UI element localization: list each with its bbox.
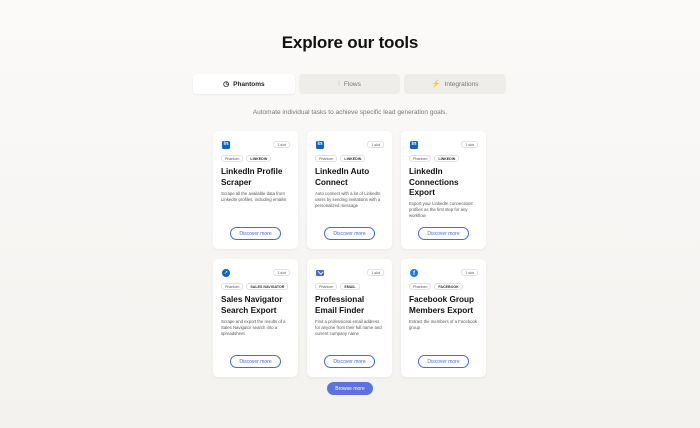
- slot-badge: 1 slot: [273, 141, 290, 148]
- card-description: Find a professional email address for an…: [315, 319, 382, 336]
- page-title: Explore our tools: [281, 33, 419, 52]
- tag: Phantom: [221, 155, 244, 162]
- linkedin-icon: in: [222, 141, 230, 149]
- tag-list: Phantom FACEBOOK: [409, 283, 463, 290]
- slot-badge: 1 slot: [273, 269, 290, 276]
- tool-card: 1 slot Phantom EMAIL Professional Email …: [307, 259, 392, 377]
- tool-tabs: ◷ Phantoms ⫶ Flows ⚡ Integrations: [193, 74, 507, 94]
- slot-badge: 1 slot: [461, 141, 478, 148]
- tag: EMAIL: [340, 283, 360, 290]
- tag-list: Phantom EMAIL: [315, 283, 360, 290]
- discover-more-button[interactable]: Discover more: [324, 227, 375, 240]
- discover-more-button[interactable]: Discover more: [418, 355, 469, 368]
- card-title: LinkedIn Auto Connect: [315, 167, 370, 187]
- tag: FACEBOOK: [434, 283, 463, 290]
- tab-integrations[interactable]: ⚡ Integrations: [404, 74, 507, 94]
- facebook-icon: f: [410, 269, 418, 277]
- tag-list: Phantom SALES NAVIGATOR: [221, 283, 289, 290]
- tag-list: Phantom LINKEDIN: [409, 155, 460, 162]
- linkedin-icon: in: [316, 141, 324, 149]
- discover-more-button[interactable]: Discover more: [324, 355, 375, 368]
- slot-badge: 1 slot: [367, 269, 384, 276]
- card-title: LinkedIn Connections Export: [409, 167, 459, 197]
- tools-grid: in 1 slot Phantom LINKEDIN LinkedIn Prof…: [213, 131, 486, 377]
- slot-badge: 1 slot: [367, 141, 384, 148]
- card-title: LinkedIn Profile Scraper: [221, 167, 283, 187]
- tool-card: in 1 slot Phantom LINKEDIN LinkedIn Conn…: [401, 131, 486, 249]
- sales-navigator-icon: ➚: [222, 269, 230, 277]
- card-title: Professional Email Finder: [315, 295, 365, 315]
- card-description: Auto connect with a lot of LinkedIn user…: [315, 191, 381, 208]
- flows-icon: ⫶: [338, 80, 340, 88]
- card-description: Scrape all the available data from Linke…: [221, 191, 287, 202]
- card-title: Sales Navigator Search Export: [221, 295, 283, 315]
- tag: Phantom: [315, 283, 338, 290]
- integrations-icon: ⚡: [431, 80, 441, 88]
- tag-list: Phantom LINKEDIN: [221, 155, 272, 162]
- tab-label: Flows: [343, 80, 361, 88]
- card-description: Scrape and export the results of a Sales…: [221, 319, 286, 336]
- discover-more-button[interactable]: Discover more: [418, 227, 469, 240]
- tag: LINKEDIN: [340, 155, 366, 162]
- card-description: Export your LinkedIn connections' profil…: [409, 201, 474, 218]
- tab-flows[interactable]: ⫶ Flows: [298, 74, 401, 94]
- tool-card: f 1 slot Phantom FACEBOOK Facebook Group…: [401, 259, 486, 377]
- tag: Phantom: [409, 283, 432, 290]
- tool-card: in 1 slot Phantom LINKEDIN LinkedIn Auto…: [307, 131, 392, 249]
- phantom-icon: ◷: [223, 80, 230, 88]
- tag: Phantom: [221, 283, 244, 290]
- card-title: Facebook Group Members Export: [409, 295, 475, 315]
- tab-label: Integrations: [444, 80, 479, 88]
- card-description: Extract the members of a Facebook group: [409, 319, 478, 330]
- email-icon: [316, 269, 324, 277]
- page-subtitle: Automate individual tasks to achieve spe…: [252, 109, 448, 116]
- tag: LINKEDIN: [434, 155, 460, 162]
- tab-label: Phantoms: [233, 80, 265, 88]
- tag: SALES NAVIGATOR: [246, 283, 289, 290]
- discover-more-button[interactable]: Discover more: [230, 227, 281, 240]
- tab-phantoms[interactable]: ◷ Phantoms: [193, 74, 295, 94]
- discover-more-button[interactable]: Discover more: [230, 355, 281, 368]
- tool-card: ➚ 1 slot Phantom SALES NAVIGATOR Sales N…: [213, 259, 298, 377]
- tag-list: Phantom LINKEDIN: [315, 155, 366, 162]
- tag: Phantom: [409, 155, 432, 162]
- slot-badge: 1 slot: [461, 269, 478, 276]
- tool-card: in 1 slot Phantom LINKEDIN LinkedIn Prof…: [213, 131, 298, 249]
- linkedin-icon: in: [410, 141, 418, 149]
- tag: Phantom: [315, 155, 338, 162]
- browse-more-button[interactable]: Browse more: [327, 382, 373, 395]
- tag: LINKEDIN: [246, 155, 272, 162]
